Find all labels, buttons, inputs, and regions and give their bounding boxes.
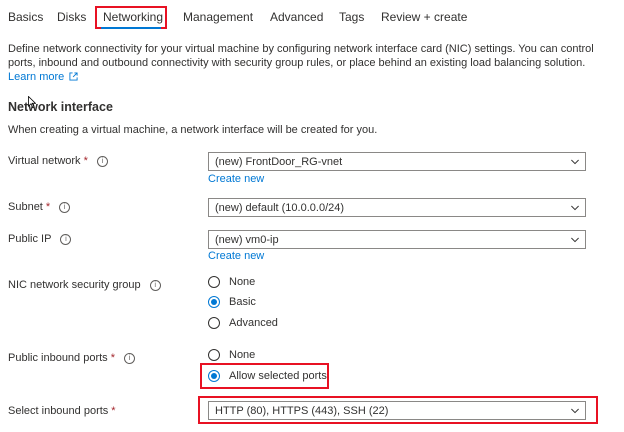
inbound-option-none[interactable]: None <box>208 349 255 361</box>
tab-basics[interactable]: Basics <box>8 10 43 24</box>
info-icon[interactable]: i <box>123 352 135 364</box>
external-link-icon <box>69 72 78 81</box>
subnet-value: (new) default (10.0.0.0/24) <box>215 201 345 214</box>
section-subtitle: When creating a virtual machine, a netwo… <box>8 124 378 136</box>
section-title: Network interface <box>8 100 113 114</box>
info-icon[interactable]: i <box>149 279 161 291</box>
tab-management[interactable]: Management <box>183 10 253 24</box>
radio-none-inbound[interactable] <box>208 349 220 361</box>
public-ip-value: (new) vm0-ip <box>215 233 279 246</box>
active-tab-underline <box>101 27 161 29</box>
chevron-down-icon <box>571 205 579 210</box>
nic-nsg-label: NIC network security group i <box>8 279 161 291</box>
learn-more-link[interactable]: Learn more <box>8 71 78 83</box>
radio-none-nsg[interactable] <box>208 276 220 288</box>
tab-review-create[interactable]: Review + create <box>381 10 467 24</box>
subnet-dropdown[interactable]: (new) default (10.0.0.0/24) <box>208 198 586 217</box>
inbound-option-allow-selected[interactable]: Allow selected ports <box>208 370 327 382</box>
create-new-vnet-link[interactable]: Create new <box>208 173 264 185</box>
networking-description: Define network connectivity for your vir… <box>8 42 598 84</box>
virtual-network-dropdown[interactable]: (new) FrontDoor_RG-vnet <box>208 152 586 171</box>
public-ip-dropdown[interactable]: (new) vm0-ip <box>208 230 586 249</box>
chevron-down-icon <box>571 408 579 413</box>
create-new-public-ip-link[interactable]: Create new <box>208 250 264 262</box>
public-inbound-ports-label: Public inbound ports * i <box>8 352 135 364</box>
select-inbound-ports-label: Select inbound ports * <box>8 405 116 417</box>
info-icon[interactable]: i <box>60 233 72 245</box>
chevron-down-icon <box>571 237 579 242</box>
nsg-option-advanced[interactable]: Advanced <box>208 317 278 329</box>
info-icon[interactable]: i <box>96 155 108 167</box>
chevron-down-icon <box>571 159 579 164</box>
radio-allow-selected-ports[interactable] <box>208 370 220 382</box>
description-text: Define network connectivity for your vir… <box>8 43 594 69</box>
mouse-cursor-icon <box>28 96 36 108</box>
public-ip-label: Public IP i <box>8 233 72 245</box>
radio-basic-nsg[interactable] <box>208 296 220 308</box>
virtual-network-label: Virtual network * i <box>8 155 108 167</box>
select-inbound-ports-value: HTTP (80), HTTPS (443), SSH (22) <box>215 404 389 417</box>
virtual-network-value: (new) FrontDoor_RG-vnet <box>215 155 343 168</box>
radio-advanced-nsg[interactable] <box>208 317 220 329</box>
tab-disks[interactable]: Disks <box>57 10 86 24</box>
nsg-option-none[interactable]: None <box>208 276 255 288</box>
tab-tags[interactable]: Tags <box>339 10 364 24</box>
subnet-label: Subnet * i <box>8 201 71 213</box>
nsg-option-basic[interactable]: Basic <box>208 296 256 308</box>
info-icon[interactable]: i <box>59 201 71 213</box>
tab-advanced[interactable]: Advanced <box>270 10 323 24</box>
select-inbound-ports-dropdown[interactable]: HTTP (80), HTTPS (443), SSH (22) <box>208 401 586 420</box>
tab-networking-highlight <box>95 6 167 29</box>
